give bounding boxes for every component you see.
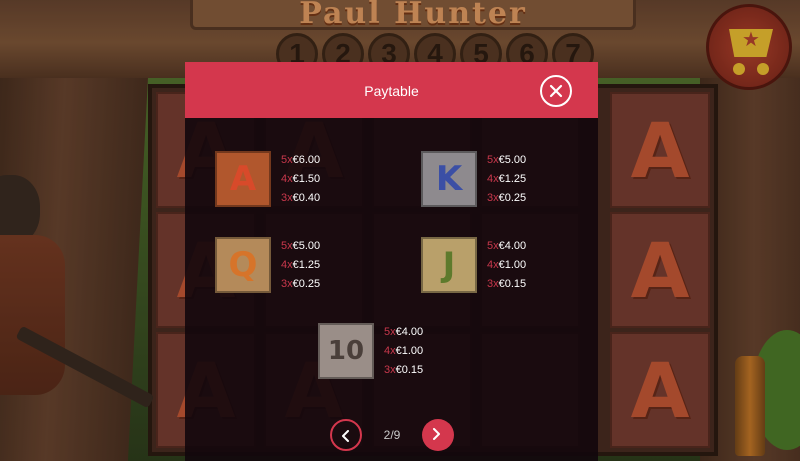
payout-row: 4x€1.25 bbox=[487, 170, 526, 189]
payout-multiplier: 5x bbox=[384, 326, 396, 338]
payout-multiplier: 3x bbox=[281, 278, 293, 290]
payout-row: 4x€1.50 bbox=[281, 170, 320, 189]
payout-row: 3x€0.15 bbox=[487, 275, 526, 294]
previous-page-button[interactable] bbox=[330, 419, 362, 451]
chevron-left-icon bbox=[342, 430, 349, 442]
payout-multiplier: 4x bbox=[281, 259, 293, 271]
payout-multiplier: 4x bbox=[487, 259, 499, 271]
dialog-header: Paytable bbox=[185, 62, 598, 118]
payout-amount: €1.50 bbox=[292, 173, 321, 185]
payout-multiplier: 5x bbox=[487, 154, 499, 166]
payout-row: 3x€0.25 bbox=[487, 189, 526, 208]
payout-amount: €5.00 bbox=[292, 240, 321, 252]
page-indicator: 2/9 bbox=[383, 428, 401, 442]
close-button[interactable] bbox=[540, 75, 572, 107]
payout-multiplier: 4x bbox=[384, 345, 396, 357]
payout-multiplier: 4x bbox=[281, 173, 293, 185]
payout-row: 3x€0.25 bbox=[281, 275, 320, 294]
symbol-tile: A bbox=[215, 151, 271, 207]
payout-amount: €6.00 bbox=[292, 154, 321, 166]
dialog-title: Paytable bbox=[364, 83, 419, 99]
payout-row: 4x€1.25 bbox=[281, 256, 320, 275]
payout-row: 3x€0.15 bbox=[384, 361, 423, 380]
paytable-pager: 2/9 bbox=[185, 419, 598, 451]
payout-row: 3x€0.40 bbox=[281, 189, 320, 208]
payout-amount: €0.25 bbox=[292, 278, 321, 290]
payout-list: 5x€5.00 4x€1.25 3x€0.25 bbox=[487, 151, 526, 208]
payout-list: 5x€4.00 4x€1.00 3x€0.15 bbox=[487, 237, 526, 294]
payout-list: 5x€6.00 4x€1.50 3x€0.40 bbox=[281, 151, 320, 208]
payout-row: 4x€1.00 bbox=[384, 342, 423, 361]
symbol-tile: K bbox=[421, 151, 477, 207]
payout-row: 5x€4.00 bbox=[384, 323, 423, 342]
payout-amount: €1.25 bbox=[498, 173, 527, 185]
payout-amount: €1.25 bbox=[292, 259, 321, 271]
payout-row: 5x€5.00 bbox=[281, 237, 320, 256]
payout-multiplier: 5x bbox=[487, 240, 499, 252]
payout-amount: €5.00 bbox=[498, 154, 527, 166]
payout-multiplier: 3x bbox=[487, 278, 499, 290]
paytable-dialog: Paytable A 5x€6.00 4x€1.50 3x€0.40 K 5x€… bbox=[185, 62, 598, 461]
payout-multiplier: 5x bbox=[281, 154, 293, 166]
payout-row: 5x€5.00 bbox=[487, 151, 526, 170]
payout-amount: €0.40 bbox=[292, 192, 321, 204]
chevron-right-icon bbox=[433, 428, 440, 440]
payout-multiplier: 5x bbox=[281, 240, 293, 252]
symbol-tile: J bbox=[421, 237, 477, 293]
symbol-tile: 10 bbox=[318, 323, 374, 379]
payout-multiplier: 3x bbox=[384, 364, 396, 376]
payout-row: 4x€1.00 bbox=[487, 256, 526, 275]
payout-amount: €1.00 bbox=[498, 259, 527, 271]
payout-list: 5x€4.00 4x€1.00 3x€0.15 bbox=[384, 323, 423, 380]
payout-amount: €0.15 bbox=[395, 364, 424, 376]
payout-list: 5x€5.00 4x€1.25 3x€0.25 bbox=[281, 237, 320, 294]
payout-multiplier: 4x bbox=[487, 173, 499, 185]
payout-amount: €0.25 bbox=[498, 192, 527, 204]
symbol-tile: Q bbox=[215, 237, 271, 293]
payout-amount: €4.00 bbox=[498, 240, 527, 252]
payout-amount: €0.15 bbox=[498, 278, 527, 290]
next-page-button[interactable] bbox=[422, 419, 454, 451]
payout-amount: €1.00 bbox=[395, 345, 424, 357]
payout-row: 5x€4.00 bbox=[487, 237, 526, 256]
close-icon bbox=[549, 84, 563, 98]
payout-row: 5x€6.00 bbox=[281, 151, 320, 170]
payout-amount: €4.00 bbox=[395, 326, 424, 338]
payout-multiplier: 3x bbox=[281, 192, 293, 204]
payout-multiplier: 3x bbox=[487, 192, 499, 204]
